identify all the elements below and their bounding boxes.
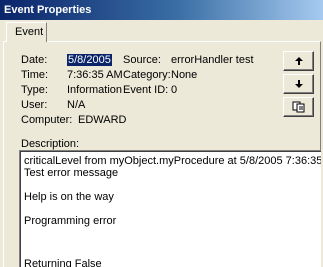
title-bar[interactable]: Event Properties <box>0 0 323 20</box>
computer-value[interactable]: EDWARD <box>78 114 126 126</box>
description-label: Description: <box>21 138 80 150</box>
description-line: Programming error <box>24 215 117 227</box>
description-line: Returning False <box>24 258 102 267</box>
source-value[interactable]: errorHandler test <box>171 54 254 66</box>
description-line: Help is on the way <box>24 191 114 203</box>
user-label: User: <box>21 99 48 111</box>
computer-label: Computer: <box>21 114 73 126</box>
type-label: Type: <box>21 84 48 96</box>
previous-event-button[interactable] <box>283 51 314 71</box>
arrow-up-icon <box>294 57 303 65</box>
time-value[interactable]: 7:36:35 AM <box>67 69 123 81</box>
date-label: Date: <box>21 54 48 66</box>
description-textbox[interactable]: criticalLevel from myObject.myProcedure … <box>19 150 321 267</box>
arrow-down-icon <box>294 80 303 88</box>
user-value[interactable]: N/A <box>67 99 85 111</box>
window-title: Event Properties <box>4 4 92 16</box>
type-value[interactable]: Information <box>67 84 122 96</box>
time-label: Time: <box>21 69 49 81</box>
event-id-label: Event ID: <box>123 84 169 96</box>
tab-event[interactable]: Event <box>6 22 47 42</box>
source-label: Source: <box>123 54 161 66</box>
event-id-value[interactable]: 0 <box>171 84 177 96</box>
category-value[interactable]: None <box>171 69 197 81</box>
copy-button[interactable] <box>283 97 314 117</box>
next-event-button[interactable] <box>283 74 314 94</box>
description-line: Test error message <box>24 167 119 179</box>
copy-icon <box>292 101 304 113</box>
event-properties-window: Event Properties Event Date: 5/8/2005 So… <box>0 0 323 267</box>
tab-event-label: Event <box>15 26 44 38</box>
date-value[interactable]: 5/8/2005 <box>67 54 112 66</box>
description-line: criticalLevel from myObject.myProcedure … <box>24 155 321 167</box>
category-label: Category: <box>123 69 171 81</box>
